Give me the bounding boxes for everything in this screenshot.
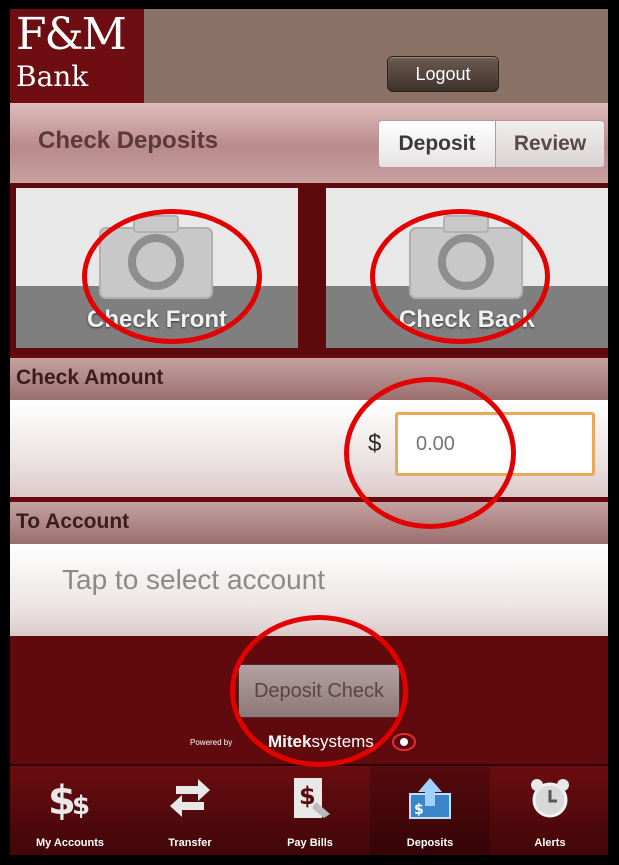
- page-title: Check Deposits: [38, 127, 219, 154]
- app-header: F&M Bank Logout: [10, 9, 608, 103]
- device-frame: F&M Bank Logout Check Deposits Deposit R…: [0, 0, 619, 865]
- bank-logo: F&M Bank: [10, 9, 144, 103]
- tab-deposits[interactable]: $ Deposits: [370, 766, 490, 855]
- check-amount-label: Check Amount: [16, 366, 164, 389]
- check-front-label: Check Front: [86, 306, 227, 333]
- deposit-action-area: Deposit Check Powered by Miteksystems: [10, 636, 608, 764]
- tab-label: Alerts: [534, 837, 566, 849]
- svg-text:$: $: [299, 782, 316, 810]
- logout-button[interactable]: Logout: [387, 56, 499, 92]
- bottom-tab-bar: $ $ My Accounts Transfer $ Pay Bills $ D…: [10, 764, 608, 855]
- check-amount-header: Check Amount: [10, 358, 608, 400]
- currency-symbol: $: [368, 430, 382, 457]
- mitek-logo-icon: [392, 733, 416, 751]
- tab-pay-bills[interactable]: $ Pay Bills: [250, 766, 370, 855]
- tab-alerts[interactable]: Alerts: [490, 766, 608, 855]
- bill-icon: $: [294, 778, 330, 818]
- mitek-brand: Miteksystems: [268, 732, 374, 752]
- alarm-clock-icon: [531, 779, 569, 818]
- logo-bank-text: Bank: [16, 60, 89, 93]
- check-amount-row: $: [10, 400, 608, 497]
- tab-deposit[interactable]: Deposit: [378, 120, 496, 168]
- check-front-capture-button[interactable]: Check Front: [16, 188, 298, 348]
- deposit-upload-icon: $: [409, 778, 451, 819]
- account-selector[interactable]: Tap to select account: [10, 544, 608, 636]
- tab-label: Transfer: [168, 837, 212, 849]
- check-back-label: Check Back: [398, 306, 536, 333]
- check-capture-panel: Check Front Check Back: [10, 183, 608, 355]
- tab-label: Deposits: [406, 837, 454, 849]
- mitek-brand-rest: systems: [311, 732, 374, 751]
- transfer-arrows-icon: [170, 779, 210, 817]
- svg-text:$: $: [414, 802, 424, 818]
- tab-label: My Accounts: [35, 837, 105, 849]
- to-account-label: To Account: [16, 510, 130, 533]
- account-select-prompt: Tap to select account: [62, 564, 326, 595]
- logo-main-text: F&M: [16, 9, 127, 60]
- dollar-icon: $ $: [48, 778, 90, 820]
- check-back-capture-button[interactable]: Check Back: [326, 188, 608, 348]
- svg-text:$: $: [72, 791, 90, 820]
- powered-by-text: Powered by: [190, 738, 233, 747]
- camera-icon: [99, 215, 213, 299]
- tab-review[interactable]: Review: [495, 120, 605, 168]
- tab-my-accounts[interactable]: $ $ My Accounts: [10, 766, 130, 855]
- deposit-check-button[interactable]: Deposit Check: [238, 664, 400, 718]
- camera-icon: [409, 215, 523, 299]
- to-account-header: To Account: [10, 502, 608, 544]
- check-deposits-bar: Check Deposits Deposit Review: [10, 103, 608, 183]
- tab-label: Pay Bills: [287, 837, 333, 849]
- app-screen: F&M Bank Logout Check Deposits Deposit R…: [10, 9, 608, 855]
- check-amount-input[interactable]: [395, 412, 595, 476]
- mitek-brand-bold: Mitek: [268, 732, 312, 751]
- tab-transfer[interactable]: Transfer: [130, 766, 250, 855]
